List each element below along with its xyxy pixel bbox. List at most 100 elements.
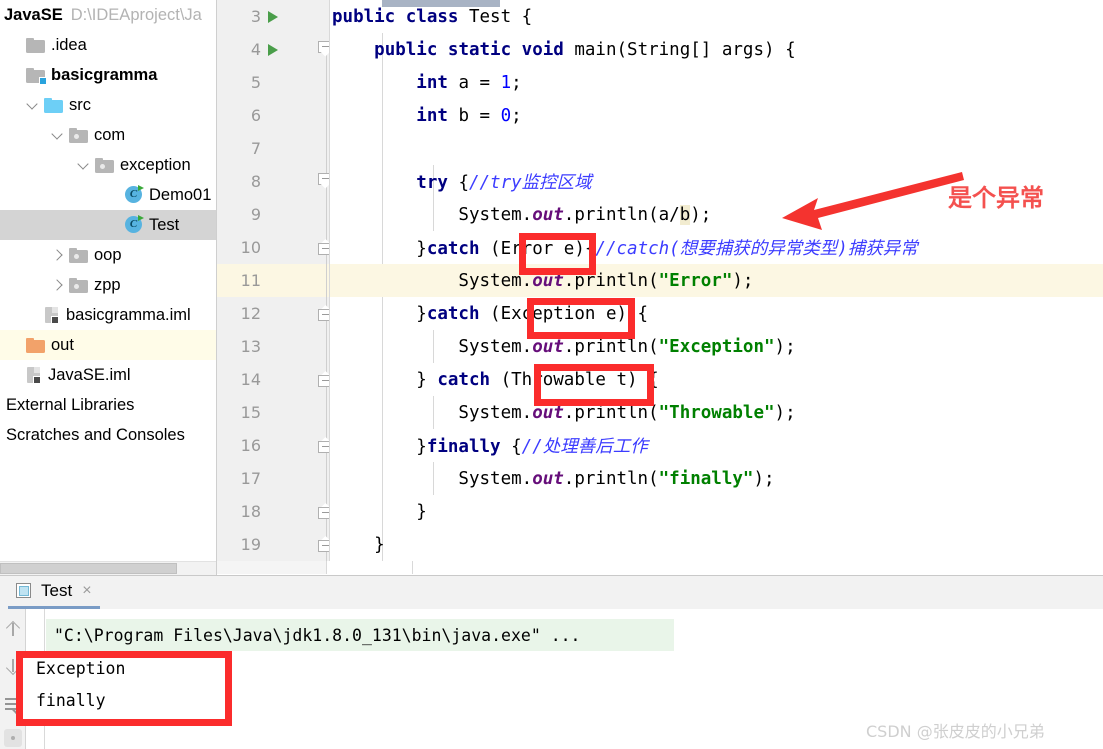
code-line-11[interactable]: System.out.println("Error"); [330, 264, 1103, 297]
print-icon[interactable] [4, 729, 22, 747]
code-line-12[interactable]: }catch (Exception e) { [330, 297, 1103, 330]
gutter-line-17[interactable]: 17 [217, 462, 329, 495]
sidebar-item-idea[interactable]: .idea [0, 30, 217, 60]
chevron-icon [107, 188, 122, 203]
code-line-15[interactable]: System.out.println("Throwable"); [330, 396, 1103, 429]
line-number: 5 [250, 73, 261, 92]
idea-window: JavaSE D:\IDEAproject\Ja .idea basicgram… [0, 0, 1103, 749]
soft-wrap-icon[interactable] [4, 695, 22, 714]
code-line-5[interactable]: int a = 1; [330, 66, 1103, 99]
tab-test[interactable]: Test × [8, 576, 100, 609]
gutter-line-13[interactable]: 13 [217, 330, 329, 363]
project-tree-horizontal-scrollbar[interactable] [0, 561, 217, 575]
code-line-19[interactable]: } [330, 528, 1103, 561]
sidebar-item-javase-iml[interactable]: JavaSE.iml [0, 360, 217, 390]
chevron-right-icon[interactable] [51, 248, 66, 263]
console-tab-icon [16, 582, 33, 600]
folder-icon [26, 337, 45, 353]
gutter-line-10[interactable]: 10 [217, 231, 329, 264]
code-line-14[interactable]: } catch (Throwable t) { [330, 363, 1103, 396]
gutter-line-7[interactable]: 7 [217, 132, 329, 165]
code-line-text: } [332, 534, 385, 555]
project-root-row[interactable]: JavaSE D:\IDEAproject\Ja [0, 0, 217, 30]
sidebar-item-basicgramma[interactable]: basicgramma [0, 60, 217, 90]
chevron-icon [8, 38, 23, 53]
gutter-line-9[interactable]: 9 [217, 198, 329, 231]
code-line-10[interactable]: }catch (Error e){//catch(想要捕获的异常类型)捕获异常 [330, 231, 1103, 264]
run-gutter-icon[interactable] [263, 10, 283, 23]
sidebar-item-label: Scratches and Consoles [6, 425, 185, 444]
gutter-line-18[interactable]: 18 [217, 495, 329, 528]
line-number: 19 [240, 535, 261, 554]
gutter-line-5[interactable]: 5 [217, 66, 329, 99]
iml-file-icon [44, 306, 60, 324]
code-line-text: public class Test { [332, 6, 533, 27]
console-output-line-boxed: finally [36, 691, 106, 710]
gutter-line-3[interactable]: 3 [217, 0, 329, 33]
sidebar-item-scratches-and-consoles[interactable]: Scratches and Consoles [0, 420, 217, 450]
code-line-text: } catch (Throwable t) { [332, 369, 659, 390]
scroll-down-icon[interactable] [4, 657, 22, 675]
line-number: 17 [240, 469, 261, 488]
code-editor[interactable]: 3 4 5 6 7 8 9 10 11 12 13 14 15 16 17 18… [217, 0, 1103, 575]
gutter-line-19[interactable]: 19 [217, 528, 329, 561]
code-line-4[interactable]: public static void main(String[] args) { [330, 33, 1103, 66]
gutter-line-16[interactable]: 16 [217, 429, 329, 462]
watermark-text: CSDN @张皮皮的小兄弟 [866, 722, 1045, 741]
sidebar-item-oop[interactable]: oop [0, 240, 217, 270]
console-tab-bar: Test × [0, 576, 1103, 609]
line-number: 10 [240, 238, 261, 257]
editor-bottom-seg [217, 561, 327, 574]
chevron-icon [26, 308, 41, 323]
gutter-line-12[interactable]: 12 [217, 297, 329, 330]
code-line-13[interactable]: System.out.println("Exception"); [330, 330, 1103, 363]
close-icon[interactable]: × [82, 583, 91, 599]
chevron-down-icon[interactable] [26, 98, 41, 113]
sidebar-item-label: out [51, 335, 74, 354]
code-line-17[interactable]: System.out.println("finally"); [330, 462, 1103, 495]
sidebar-item-test[interactable]: C Test [0, 210, 217, 240]
gutter-line-4[interactable]: 4 [217, 33, 329, 66]
code-line-16[interactable]: }finally {//处理善后工作 [330, 429, 1103, 462]
sidebar-item-out[interactable]: out [0, 330, 217, 360]
code-content[interactable]: public class Test { public static void m… [330, 0, 1103, 575]
sidebar-item-basicgramma-iml[interactable]: basicgramma.iml [0, 300, 217, 330]
console-tab-label: Test [41, 581, 73, 600]
project-tree-panel[interactable]: JavaSE D:\IDEAproject\Ja .idea basicgram… [0, 0, 217, 575]
gutter-line-14[interactable]: 14 [217, 363, 329, 396]
gutter-line-11[interactable]: 11 [217, 264, 329, 297]
sidebar-item-label: basicgramma.iml [66, 305, 191, 324]
scrollbar-thumb[interactable] [0, 563, 177, 574]
module-folder-icon [26, 67, 47, 85]
gutter-line-6[interactable]: 6 [217, 99, 329, 132]
code-line-text: }catch (Error e){//catch(想要捕获的异常类型)捕获异常 [332, 239, 918, 259]
iml-file-icon [26, 366, 42, 384]
chevron-down-icon[interactable] [77, 158, 92, 173]
chevron-icon [107, 218, 122, 233]
editor-gutter[interactable]: 3 4 5 6 7 8 9 10 11 12 13 14 15 16 17 18… [217, 0, 333, 575]
sidebar-item-exception[interactable]: exception [0, 150, 217, 180]
gutter-line-8[interactable]: 8 [217, 165, 329, 198]
sidebar-item-zpp[interactable]: zpp [0, 270, 217, 300]
sidebar-item-demo01[interactable]: C Demo01 [0, 180, 217, 210]
line-number: 8 [250, 172, 261, 191]
gutter-line-15[interactable]: 15 [217, 396, 329, 429]
line-number: 3 [250, 7, 261, 26]
console-side-toolbar[interactable] [0, 609, 26, 749]
sidebar-item-external-libraries[interactable]: External Libraries [0, 390, 217, 420]
line-number: 9 [250, 205, 261, 224]
scroll-up-icon[interactable] [4, 621, 22, 639]
sidebar-item-com[interactable]: com [0, 120, 217, 150]
code-line-18[interactable]: } [330, 495, 1103, 528]
chevron-right-icon[interactable] [51, 278, 66, 293]
code-line-7[interactable] [330, 132, 1103, 165]
console-output-overlay: Exception finally [36, 655, 226, 721]
sidebar-item-label: Test [149, 215, 180, 234]
sidebar-item-src[interactable]: src [0, 90, 217, 120]
code-line-text: int a = 1; [416, 72, 522, 93]
folder-icon [26, 37, 45, 53]
run-gutter-icon[interactable] [263, 43, 283, 56]
chevron-down-icon[interactable] [51, 128, 66, 143]
editor-horizontal-scrollbar-thumb[interactable] [382, 0, 500, 7]
code-line-6[interactable]: int b = 0; [330, 99, 1103, 132]
